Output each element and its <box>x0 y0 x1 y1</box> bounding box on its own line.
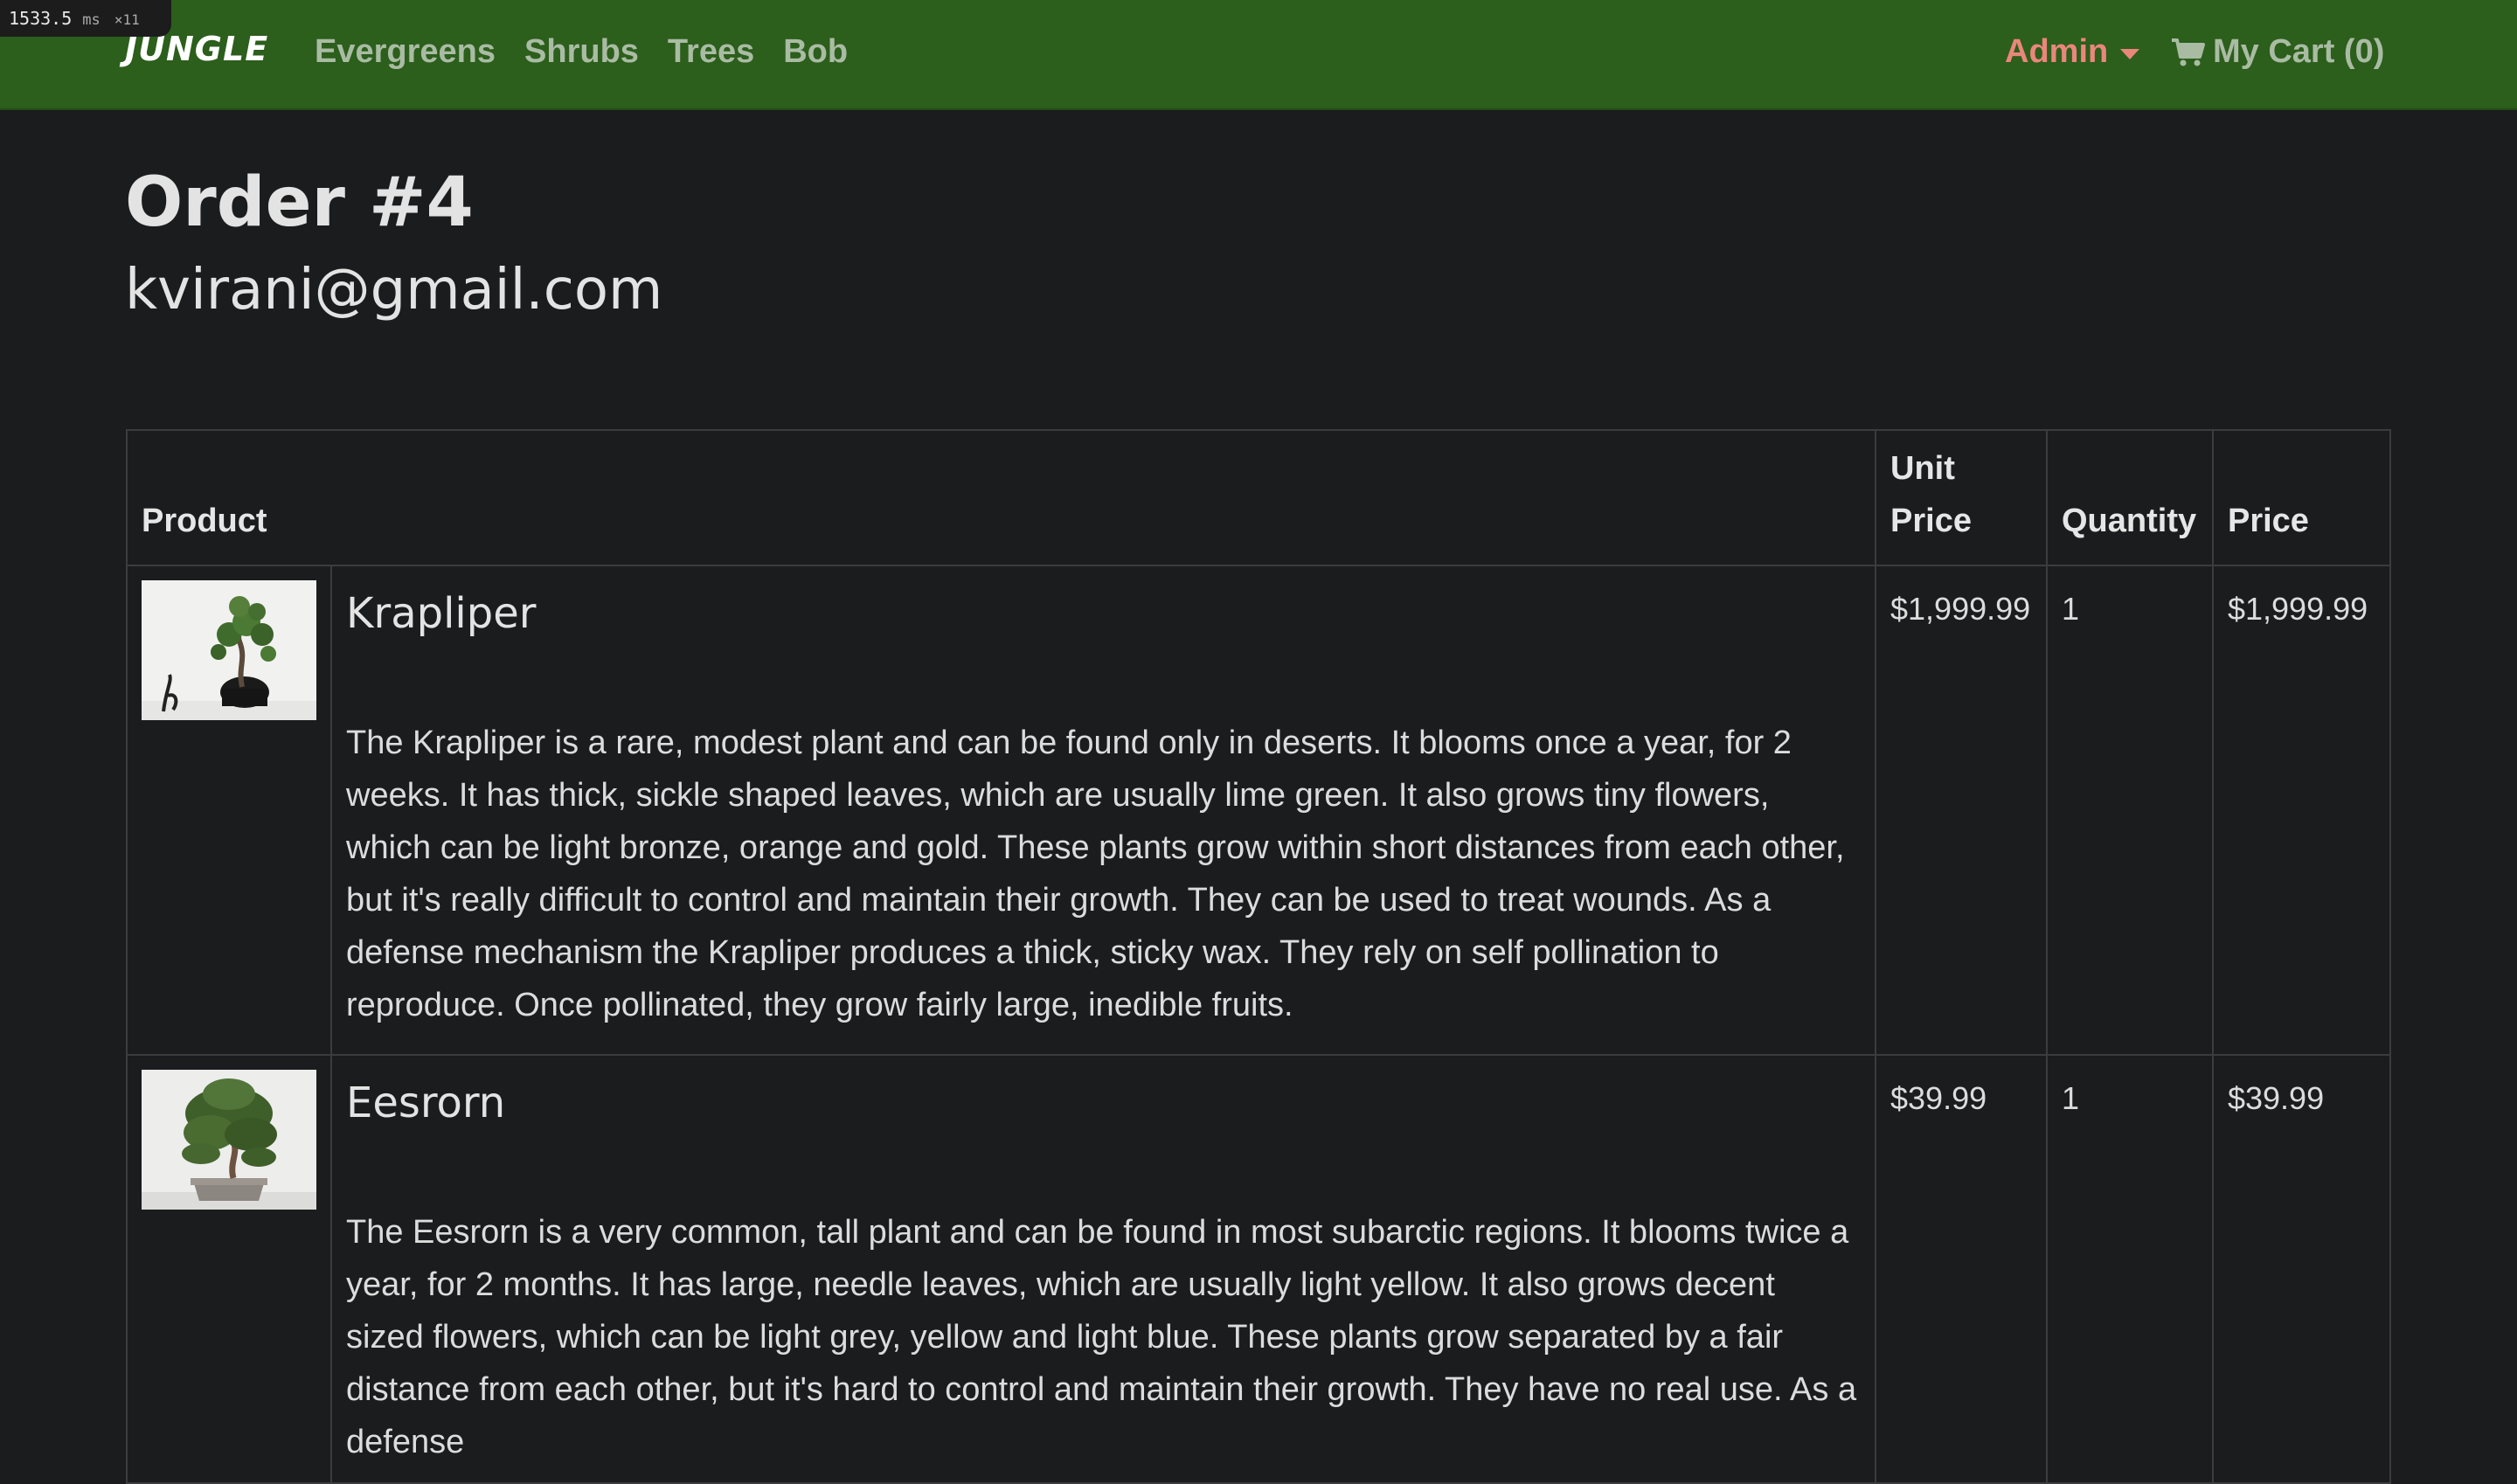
product-name-eesrorn: Eesrorn <box>346 1078 506 1127</box>
unit-price-cell: $39.99 <box>1875 1054 2048 1484</box>
product-description: The Eesrorn is a very common, tall plant… <box>346 1214 1857 1460</box>
debug-timing-badge: 1533.5 ms ×11 <box>0 0 171 37</box>
debug-timing-value: 1533.5 <box>9 8 73 29</box>
quantity-cell: 1 <box>2046 1054 2214 1484</box>
unit-price-cell: $1,999.99 <box>1875 565 2048 1056</box>
header-unit-price-line2: Price <box>1890 503 1972 539</box>
nav-link-shrubs[interactable]: Shrubs <box>524 33 639 71</box>
header-quantity: Quantity <box>2046 429 2214 566</box>
my-cart-label: My Cart (0) <box>2213 33 2385 70</box>
category-nav: Evergreens Shrubs Trees Bob <box>315 33 848 71</box>
caret-down-icon <box>2120 48 2140 59</box>
quantity-cell: 1 <box>2046 565 2214 1056</box>
table-row: Krapliper The Krapliper is a rare, modes… <box>126 565 2392 1056</box>
header-product: Product <box>125 429 1877 566</box>
order-items-table: Product Unit Price Quantity Price Krapli… <box>125 429 2392 1484</box>
product-image-cell <box>126 565 332 1056</box>
header-price: Price <box>2211 429 2392 566</box>
header-unit-price: Unit Price <box>1875 429 2048 566</box>
product-image-cell <box>126 1054 332 1484</box>
header-unit-price-line1: Unit <box>1890 450 1955 487</box>
product-image-eesrorn <box>142 1070 316 1210</box>
nav-link-evergreens[interactable]: Evergreens <box>315 33 496 71</box>
debug-timing-unit: ms <box>82 11 101 29</box>
product-name-krapliper: Krapliper <box>346 589 537 638</box>
admin-dropdown-label: Admin <box>2005 33 2109 70</box>
admin-dropdown-toggle[interactable]: Admin <box>2005 33 2140 71</box>
order-title: Order #4 <box>125 163 474 242</box>
my-cart-link[interactable]: My Cart (0) <box>2171 33 2384 71</box>
nav-link-bob[interactable]: Bob <box>783 33 848 71</box>
line-price-cell: $39.99 <box>2211 1054 2392 1484</box>
order-email: kvirani@gmail.com <box>125 258 663 322</box>
line-price-cell: $1,999.99 <box>2211 565 2392 1056</box>
product-info-cell: Krapliper The Krapliper is a rare, modes… <box>329 565 1877 1056</box>
top-navbar: JUNGLE Evergreens Shrubs Trees Bob Admin… <box>0 0 2517 110</box>
product-description: The Krapliper is a rare, modest plant an… <box>346 725 1845 1023</box>
order-table-container: Product Unit Price Quantity Price Krapli… <box>125 429 2392 1484</box>
shopping-cart-icon <box>2172 38 2205 66</box>
nav-link-trees[interactable]: Trees <box>668 33 754 71</box>
table-header-row: Product Unit Price Quantity Price <box>125 429 2392 566</box>
product-info-cell: Eesrorn The Eesrorn is a very common, ta… <box>329 1054 1877 1484</box>
product-image-krapliper <box>142 580 316 720</box>
table-row: Eesrorn The Eesrorn is a very common, ta… <box>126 1054 2392 1484</box>
debug-timing-count: ×11 <box>114 11 140 28</box>
